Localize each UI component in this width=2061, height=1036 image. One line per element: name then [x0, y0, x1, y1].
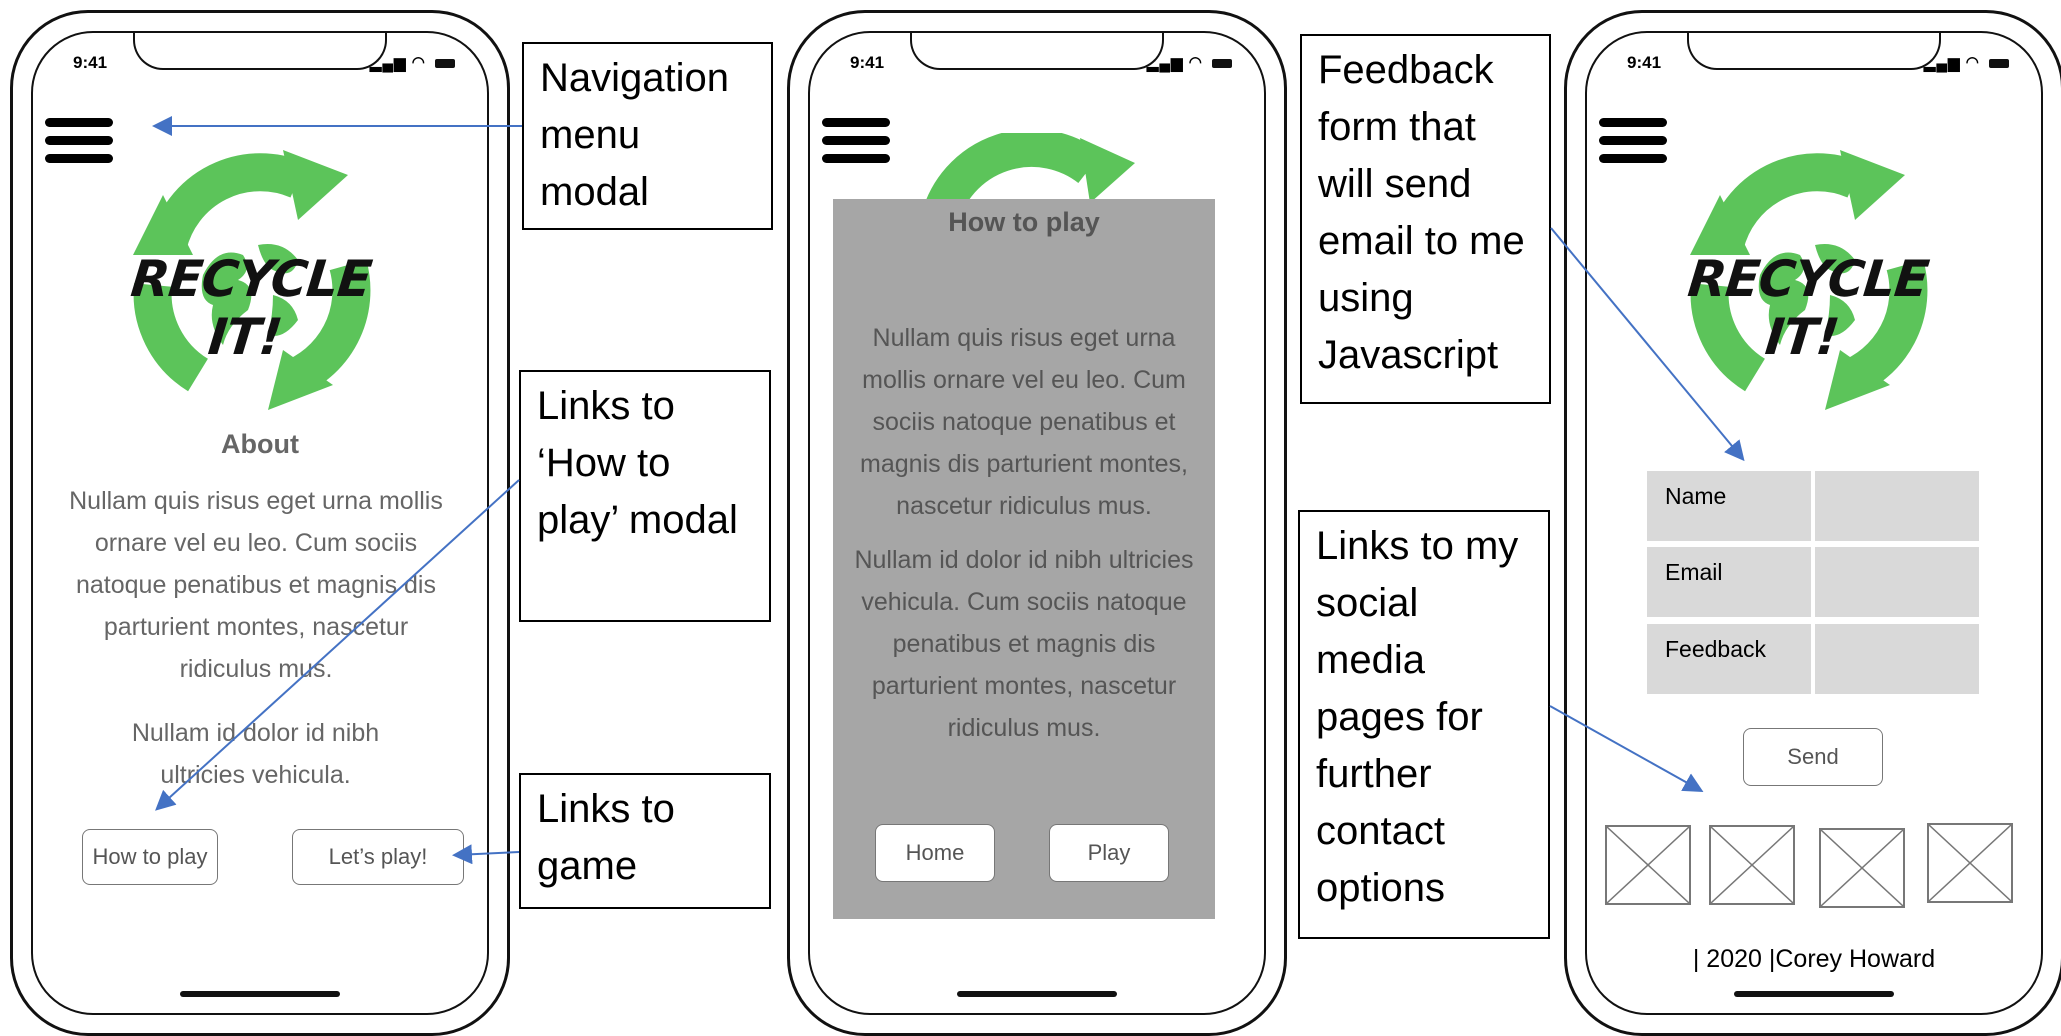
phone-mockup-about: 9:41 ▂▄▆ ◠ RECYCLE IT! About Nullam quis… — [10, 10, 510, 1036]
wifi-icon: ◠ — [1965, 54, 1980, 71]
wifi-icon: ◠ — [411, 54, 426, 71]
phone-notch — [1687, 33, 1941, 70]
status-icons: ▂▄▆ ◠ — [370, 53, 455, 72]
about-heading: About — [221, 429, 299, 459]
modal-paragraph-2: Nullam id dolor id nibh ultricies vehicu… — [854, 546, 1194, 742]
play-button[interactable]: Play — [1049, 824, 1169, 882]
phone-notch — [910, 33, 1164, 70]
name-input[interactable] — [1815, 471, 1979, 541]
image-placeholder-icon — [1606, 826, 1690, 904]
social-link-1-icon[interactable] — [1605, 825, 1691, 905]
feedback-input[interactable] — [1815, 624, 1979, 694]
logo-text: RECYCLE IT! — [128, 250, 374, 366]
hamburger-menu-icon[interactable] — [822, 118, 890, 168]
callout-social-links: Links to my social media pages for furth… — [1298, 510, 1550, 939]
modal-paragraph-1: Nullam quis risus eget urna mollis ornar… — [860, 324, 1188, 520]
callout-navigation-menu: Navigation menu modal — [522, 42, 773, 230]
footer-text: | 2020 |Corey Howard — [1692, 945, 1936, 973]
image-placeholder-icon — [1710, 826, 1794, 904]
social-link-3-icon[interactable] — [1819, 828, 1905, 908]
image-placeholder-icon — [1928, 824, 2012, 902]
status-icons: ▂▄▆ ◠ — [1924, 53, 2009, 72]
logo-text: RECYCLE IT! — [1685, 250, 1931, 366]
home-indicator — [1734, 991, 1894, 997]
send-button[interactable]: Send — [1743, 728, 1883, 786]
battery-icon — [1989, 58, 2009, 68]
battery-icon — [1212, 58, 1232, 68]
phone-mockup-feedback: 9:41 ▂▄▆ ◠ RECYCLE IT! Name Email Feedba… — [1564, 10, 2061, 1036]
lets-play-button[interactable]: Let’s play! — [292, 829, 464, 885]
social-link-2-icon[interactable] — [1709, 825, 1795, 905]
phone-screen: 9:41 ▂▄▆ ◠ How to play Nullam quis risus… — [808, 31, 1266, 1015]
feedback-label: Feedback — [1647, 624, 1811, 694]
status-time: 9:41 — [1627, 53, 1662, 72]
modal-title: How to play — [948, 207, 1100, 237]
wifi-icon: ◠ — [1188, 54, 1203, 71]
phone-screen: 9:41 ▂▄▆ ◠ RECYCLE IT! Name Email Feedba… — [1585, 31, 2043, 1015]
email-input[interactable] — [1815, 547, 1979, 617]
recycle-it-logo: RECYCLE IT! — [1665, 135, 1945, 415]
home-indicator — [957, 991, 1117, 997]
callout-feedback-form: Feedback form that will send email to me… — [1300, 34, 1551, 404]
callout-how-to-play-links: Links to ‘How to play’ modal — [519, 370, 771, 622]
email-label: Email — [1647, 547, 1811, 617]
about-paragraph-1: Nullam quis risus eget urna mollis ornar… — [69, 487, 443, 683]
home-button[interactable]: Home — [875, 824, 995, 882]
name-label: Name — [1647, 471, 1811, 541]
hamburger-menu-icon[interactable] — [1599, 118, 1667, 168]
status-time: 9:41 — [850, 53, 885, 72]
image-placeholder-icon — [1820, 829, 1904, 907]
status-icons: ▂▄▆ ◠ — [1147, 53, 1232, 72]
phone-screen: 9:41 ▂▄▆ ◠ RECYCLE IT! About Nullam quis… — [31, 31, 489, 1015]
signal-icon: ▂▄▆ — [369, 55, 407, 73]
about-paragraph-2: Nullam id dolor id nibh ultricies vehicu… — [131, 719, 380, 789]
how-to-play-button[interactable]: How to play — [82, 829, 218, 885]
phone-notch — [133, 33, 387, 70]
home-indicator — [180, 991, 340, 997]
phone-mockup-how-to-play: 9:41 ▂▄▆ ◠ How to play Nullam quis risus… — [787, 10, 1287, 1036]
battery-icon — [435, 58, 455, 68]
status-time: 9:41 — [73, 53, 108, 72]
signal-icon: ▂▄▆ — [1923, 55, 1961, 73]
recycle-it-logo: RECYCLE IT! — [108, 135, 388, 415]
hamburger-menu-icon[interactable] — [45, 118, 113, 168]
signal-icon: ▂▄▆ — [1146, 55, 1184, 73]
how-to-play-modal: How to play Nullam quis risus eget urna … — [833, 199, 1215, 919]
social-link-4-icon[interactable] — [1927, 823, 2013, 903]
callout-game-links: Links to game — [519, 773, 771, 909]
